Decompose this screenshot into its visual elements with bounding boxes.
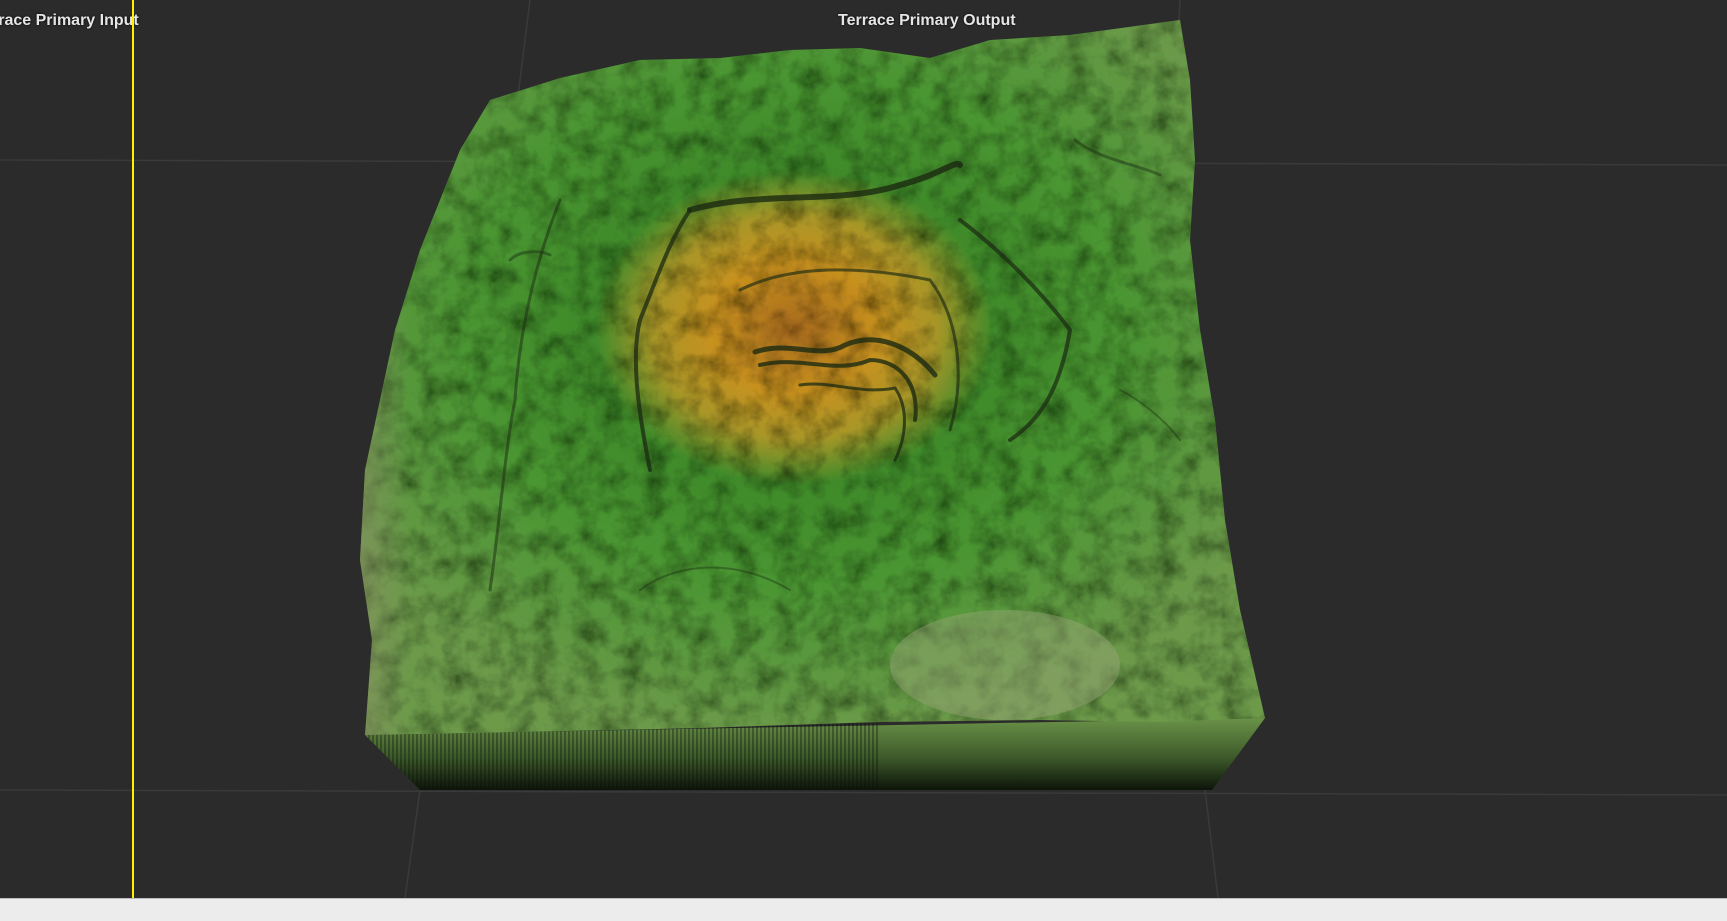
input-view-label: rrace Primary Input [0,12,139,29]
3d-viewport[interactable]: rrace Primary Input Terrace Primary Outp… [0,0,1727,898]
terrain-render [360,20,1265,790]
output-view-label: Terrace Primary Output [838,12,1016,29]
comparison-split-handle[interactable] [132,0,134,898]
status-bar [0,898,1727,921]
